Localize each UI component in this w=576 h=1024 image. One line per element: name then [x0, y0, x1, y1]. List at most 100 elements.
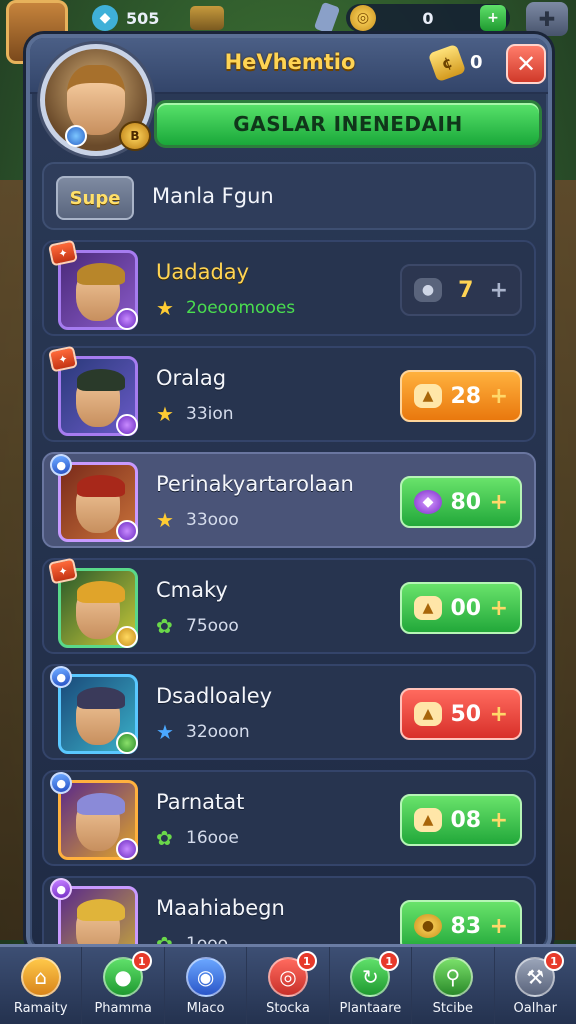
- hero-hair: [77, 899, 125, 921]
- nav-label: Stcibe: [432, 1001, 473, 1016]
- nav-label: Stocka: [266, 1001, 310, 1016]
- key-icon: ¢: [427, 43, 467, 83]
- gem-counter-value: 505: [126, 8, 160, 28]
- chest-icon[interactable]: [190, 6, 224, 30]
- hero-portrait[interactable]: B: [40, 44, 152, 156]
- hero-stat: 16ooe: [186, 828, 239, 848]
- gem-icon: [116, 414, 138, 436]
- close-icon: ✕: [515, 50, 537, 78]
- price-value: 50: [450, 701, 482, 727]
- hero-stat: 2oeoomooes: [186, 298, 296, 318]
- list-item[interactable]: ● Dsadloaley ★ 32ooon ▲ 50 +: [42, 663, 536, 760]
- key-glyph: ¢: [439, 52, 455, 74]
- gem-counter[interactable]: ◆ 505: [88, 4, 168, 32]
- nav-item-refresh[interactable]: ↻ 1 Plantaare: [330, 947, 413, 1024]
- nav-label: Oalhar: [513, 1001, 557, 1016]
- plus-icon: +: [489, 383, 508, 409]
- gem-icon: [116, 838, 138, 860]
- buy-button[interactable]: ◆ 80 +: [400, 476, 522, 528]
- gem-icon: [116, 732, 138, 754]
- buy-button[interactable]: ▲ 00 +: [400, 582, 522, 634]
- bread-icon: ▲: [414, 384, 442, 408]
- buy-button[interactable]: ● 7 +: [400, 264, 522, 316]
- hero-name: Oralag: [156, 366, 227, 390]
- star-icon: ★: [156, 296, 174, 320]
- price-value: 28: [450, 383, 482, 409]
- buy-button[interactable]: ▲ 28 +: [400, 370, 522, 422]
- hero-hair: [77, 475, 125, 497]
- plus-icon: +: [489, 913, 508, 939]
- bread-icon: ▲: [414, 808, 442, 832]
- nav-item-search[interactable]: ◉ Mlaco: [165, 947, 248, 1024]
- plus-icon: +: [489, 489, 508, 515]
- list-item[interactable]: ● Parnatat ✿ 16ooe ▲ 08 +: [42, 769, 536, 866]
- gold-counter: ◎ 0 +: [346, 4, 510, 32]
- plus-icon: +: [489, 807, 508, 833]
- magnifier-icon: ⚲: [432, 957, 473, 997]
- banner-button[interactable]: GASLAR INENEDAIH: [154, 100, 542, 148]
- hero-hair: [77, 263, 125, 285]
- hero-stat: 32ooon: [186, 722, 250, 742]
- hero-stat: 33ooo: [186, 510, 239, 530]
- star-icon: ★: [156, 402, 174, 426]
- gem-icon: [116, 520, 138, 542]
- star-icon: ★: [156, 508, 174, 532]
- close-button[interactable]: ✕: [506, 44, 546, 84]
- list-item[interactable]: ● Perinakyartarolaan ★ 33ooo ◆ 80 +: [42, 451, 536, 548]
- nav-item-magnifier[interactable]: ⚲ Stcibe: [412, 947, 495, 1024]
- hero-stat: 75ooo: [186, 616, 239, 636]
- plus-icon: +: [489, 277, 508, 303]
- buy-button[interactable]: ▲ 08 +: [400, 794, 522, 846]
- section-badge[interactable]: Supe: [56, 176, 134, 220]
- hero-hair: [77, 581, 125, 603]
- nav-label: Plantaare: [339, 1001, 402, 1016]
- bottom-nav: ⌂ Ramaity ● 1 Phamma ◉ Mlaco ◎ 1 Stocka …: [0, 944, 576, 1024]
- home-icon: ⌂: [20, 957, 61, 997]
- nav-label: Ramaity: [13, 1001, 68, 1016]
- add-gold-button[interactable]: +: [479, 5, 506, 31]
- bread-icon: ▲: [414, 596, 442, 620]
- bread-icon: ▲: [414, 702, 442, 726]
- nav-item-chat[interactable]: ● 1 Phamma: [82, 947, 165, 1024]
- plus-icon: +: [489, 595, 508, 621]
- hero-hair: [77, 793, 125, 815]
- top-status-bar: ◆ 505 ◎ 0 + ✚: [0, 0, 576, 64]
- gem-icon: ◆: [92, 5, 118, 31]
- leaf-icon: ✿: [156, 614, 173, 638]
- price-value: 80: [450, 489, 482, 515]
- list-item[interactable]: ● Maahiabegn ✿ 1ooo ● 83 +: [42, 875, 536, 950]
- nav-item-home[interactable]: ⌂ Ramaity: [0, 947, 83, 1024]
- notification-badge: 1: [131, 951, 152, 971]
- leaf-icon: ✿: [156, 826, 173, 850]
- plus-icon: +: [489, 701, 508, 727]
- star-icon: ★: [156, 720, 174, 744]
- hero-level-badge: B: [119, 121, 151, 151]
- gold-counter-value: 0: [422, 8, 434, 28]
- notification-badge: 1: [296, 951, 317, 971]
- hero-name: Dsadloaley: [156, 684, 273, 708]
- key-icon: [313, 1, 341, 35]
- price-value: 83: [450, 913, 482, 939]
- gear-icon: ✚: [538, 7, 556, 31]
- gem-icon: [116, 308, 138, 330]
- hero-name: Perinakyartarolaan: [156, 472, 354, 496]
- hero-name: Cmaky: [156, 578, 228, 602]
- coin-icon: ●: [414, 914, 442, 938]
- list-item[interactable]: ✦ Oralag ★ 33ion ▲ 28 +: [42, 345, 536, 442]
- nav-label: Phamma: [94, 1001, 152, 1016]
- settings-button[interactable]: ✚: [526, 2, 568, 36]
- nav-item-tools[interactable]: ⚒ 1 Oalhar: [495, 947, 576, 1024]
- nav-item-target[interactable]: ◎ 1 Stocka: [247, 947, 330, 1024]
- list-item[interactable]: ✦ Cmaky ✿ 75ooo ▲ 00 +: [42, 557, 536, 654]
- hero-stat: 33ion: [186, 404, 234, 424]
- key-count: 0: [470, 52, 483, 73]
- price-value: 08: [450, 807, 482, 833]
- price-value: 00: [450, 595, 482, 621]
- notification-badge: 1: [379, 951, 400, 971]
- gem-icon: [65, 125, 87, 147]
- section-title: Manla Fgun: [152, 184, 274, 208]
- buy-button[interactable]: ▲ 50 +: [400, 688, 522, 740]
- list-item[interactable]: ✦ Uadaday ★ 2oeoomooes ● 7 +: [42, 239, 536, 336]
- hero-hair: [77, 687, 125, 709]
- nav-label: Mlaco: [186, 1001, 225, 1016]
